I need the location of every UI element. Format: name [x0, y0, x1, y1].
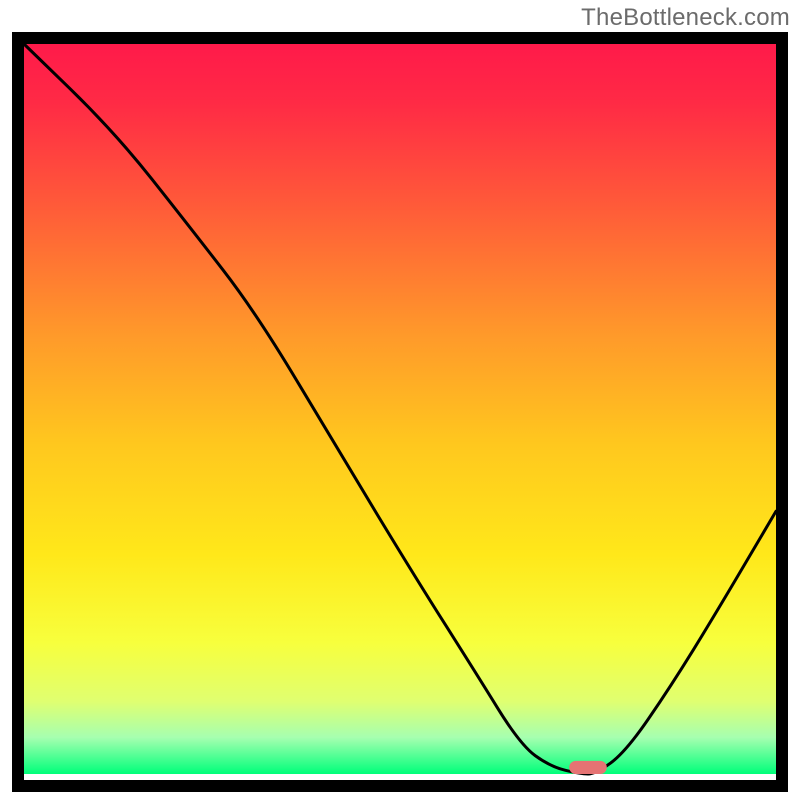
chart-svg	[0, 0, 800, 800]
plot-area	[12, 32, 788, 792]
watermark-text: TheBottleneck.com	[581, 4, 790, 32]
chart-container: TheBottleneck.com	[0, 0, 800, 800]
minimum-marker	[569, 761, 607, 774]
